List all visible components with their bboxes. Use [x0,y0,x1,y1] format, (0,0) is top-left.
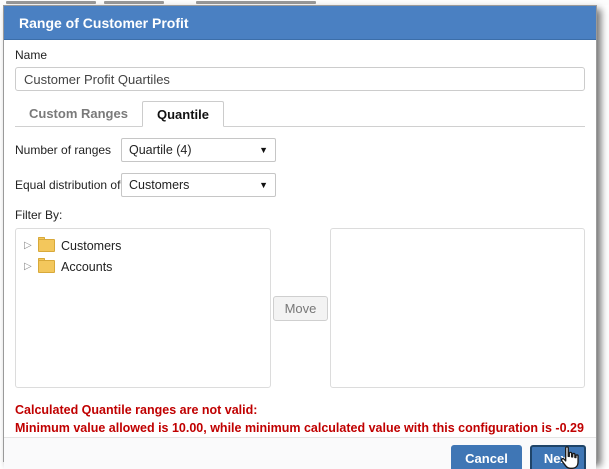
tree-item-label: Accounts [61,260,112,274]
equal-distribution-value: Customers [129,178,189,192]
equal-distribution-row: Equal distribution of Customers ▼ [15,173,585,197]
number-of-ranges-label: Number of ranges [15,143,121,157]
move-button[interactable]: Move [273,296,329,321]
filter-by-label: Filter By: [15,208,585,222]
folder-icon [38,239,55,252]
tab-bar: Custom Ranges Quantile [15,101,585,127]
source-list-panel[interactable]: ▷ Customers ▷ Accounts [15,228,271,388]
move-column: Move [271,228,331,388]
number-of-ranges-select[interactable]: Quartile (4) ▼ [121,138,276,162]
expand-arrow-icon[interactable]: ▷ [24,240,36,251]
dialog-header: Range of Customer Profit [4,6,596,40]
dialog-title: Range of Customer Profit [19,15,189,31]
error-line-2: Minimum value allowed is 10.00, while mi… [15,419,585,437]
folder-icon [38,260,55,273]
dialog-footer: Cancel Next [4,437,596,469]
validation-error: Calculated Quantile ranges are not valid… [15,401,585,437]
equal-distribution-select[interactable]: Customers ▼ [121,173,276,197]
tab-custom-ranges[interactable]: Custom Ranges [15,101,142,127]
cancel-button[interactable]: Cancel [451,445,522,469]
number-of-ranges-row: Number of ranges Quartile (4) ▼ [15,138,585,162]
tree-item-customers[interactable]: ▷ Customers [16,235,270,256]
name-label: Name [15,48,585,62]
name-input[interactable] [15,67,585,91]
chevron-down-icon: ▼ [259,180,268,190]
chevron-down-icon: ▼ [259,145,268,155]
error-line-1: Calculated Quantile ranges are not valid… [15,401,585,419]
next-button[interactable]: Next [530,445,586,469]
equal-distribution-label: Equal distribution of [15,178,121,192]
dialog-body: Name Custom Ranges Quantile Number of ra… [4,40,596,437]
tree-item-accounts[interactable]: ▷ Accounts [16,256,270,277]
target-list-panel[interactable] [330,228,585,388]
number-of-ranges-value: Quartile (4) [129,143,192,157]
tab-quantile[interactable]: Quantile [142,101,224,127]
filter-panels: ▷ Customers ▷ Accounts Move [15,228,585,388]
expand-arrow-icon[interactable]: ▷ [24,261,36,272]
range-dialog: Range of Customer Profit Name Custom Ran… [3,5,597,462]
tree-item-label: Customers [61,239,121,253]
